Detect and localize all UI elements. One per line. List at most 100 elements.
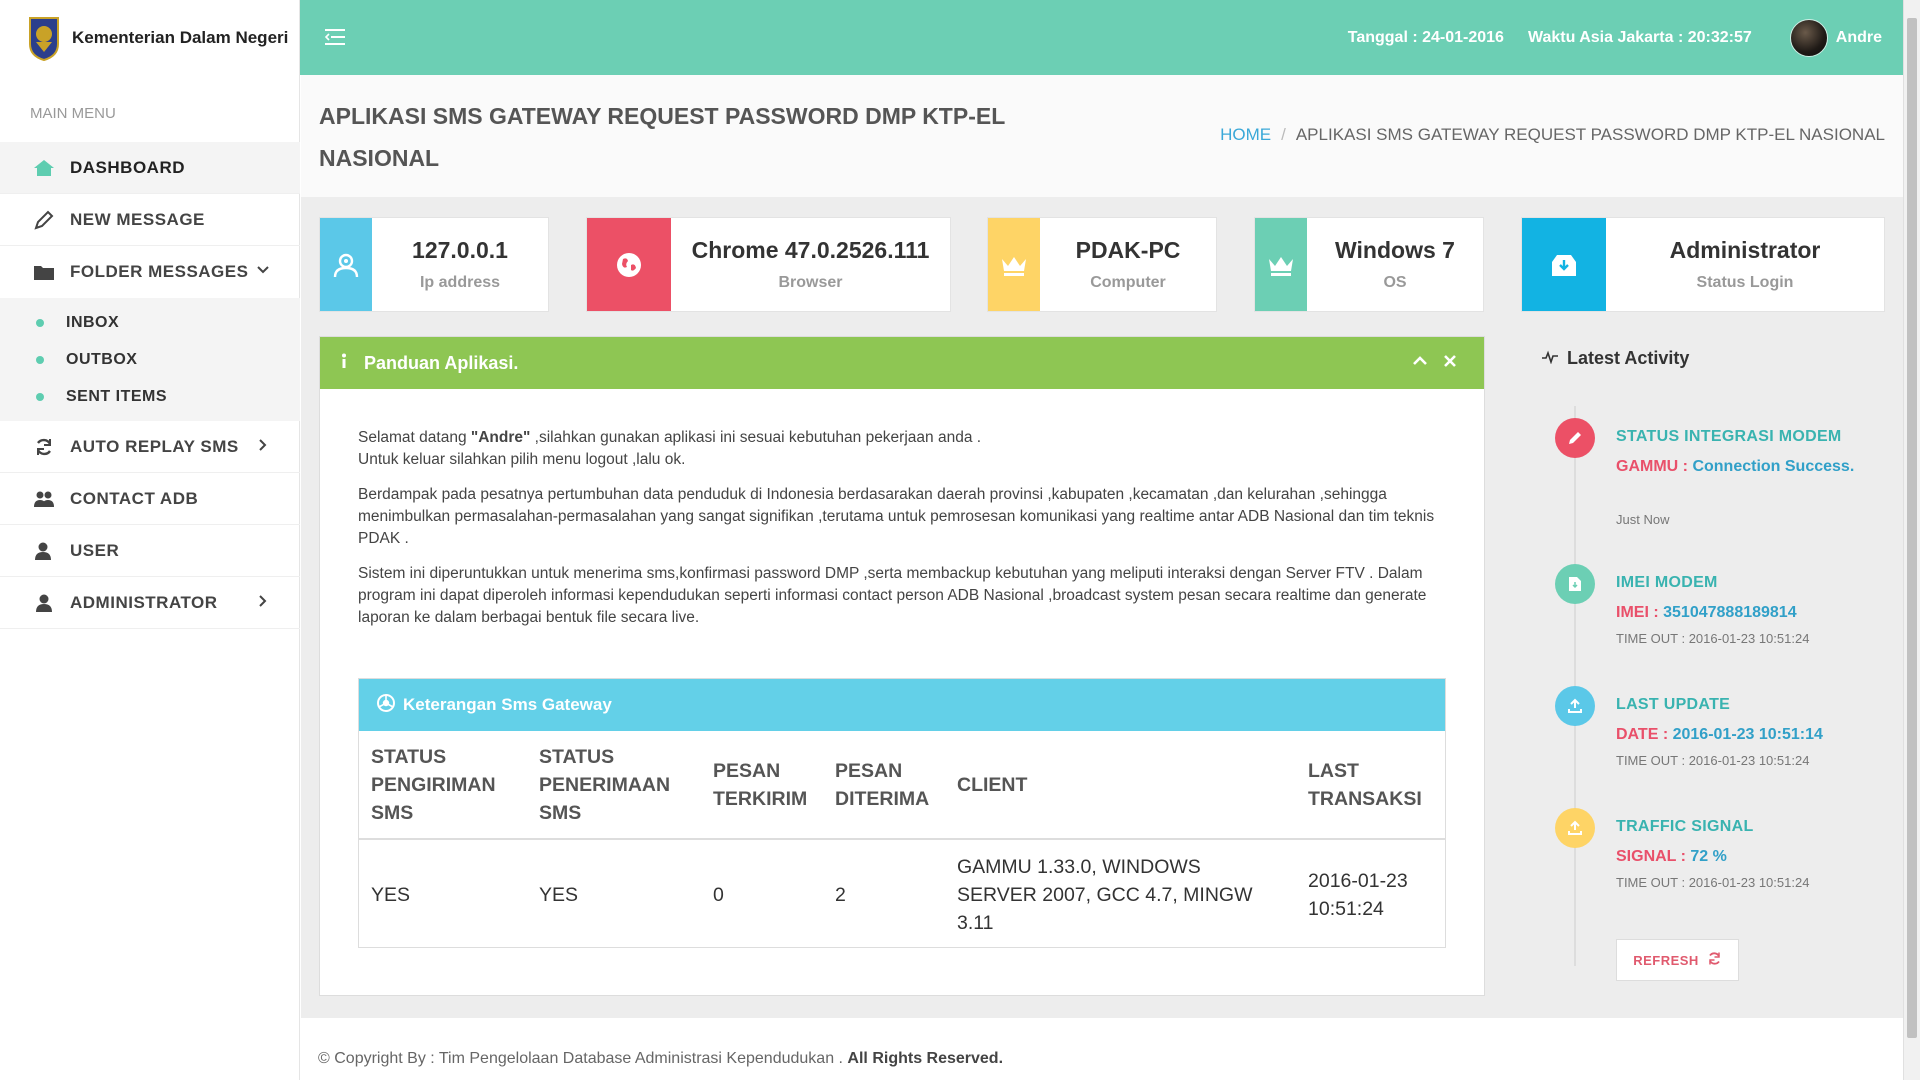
column-header: CLIENT xyxy=(945,731,1296,840)
sms-gateway-title: Keterangan Sms Gateway xyxy=(403,695,612,714)
table-cell: YES xyxy=(371,883,411,906)
menu-toggle-icon[interactable] xyxy=(324,28,346,51)
breadcrumb-separator: / xyxy=(1281,125,1286,144)
user-icon xyxy=(30,591,58,615)
guide-paragraph-system: Sistem ini diperuntukkan untuk menerima … xyxy=(358,565,1427,626)
guide-paragraph-background: Berdampak pada pesatnya pertumbuhan data… xyxy=(358,486,1435,547)
latest-activity-label: Latest Activity xyxy=(1567,348,1690,368)
sidebar-item-user[interactable]: USER xyxy=(0,525,300,577)
activity-value: Connection Success. xyxy=(1692,458,1855,475)
guide-paragraph-welcome: Selamat datang "Andre" ,silahkan gunakan… xyxy=(358,427,1446,471)
activity-detail: GAMMU : Connection Success. xyxy=(1616,456,1856,478)
page-scrollbar[interactable] xyxy=(1903,0,1920,1080)
sidebar-item-label: INBOX xyxy=(66,313,120,331)
table-cell: GAMMU 1.33.0, WINDOWS SERVER 2007, GCC 4… xyxy=(957,855,1253,934)
table-cell: YES xyxy=(539,883,579,906)
sidebar-item-label: ADMINISTRATOR xyxy=(70,592,218,612)
current-date: Tanggal : 24-01-2016 xyxy=(1347,28,1504,46)
topbar: Tanggal : 24-01-2016 Waktu Asia Jakarta … xyxy=(300,0,1903,75)
sidebar-item-folder-messages[interactable]: FOLDER MESSAGES xyxy=(0,246,300,298)
chevron-right-icon xyxy=(256,437,270,457)
guide-panel-title: Panduan Aplikasi. xyxy=(364,352,519,373)
guide-text: Untuk keluar silahkan pilih menu logout … xyxy=(358,451,686,468)
brand[interactable]: Kementerian Dalam Negeri xyxy=(0,0,299,75)
stat-value: 127.0.0.1 xyxy=(412,237,508,263)
refresh-icon xyxy=(1707,951,1722,969)
stat-card-ip: 127.0.0.1 Ip address xyxy=(319,217,549,312)
stat-label: Status Login xyxy=(1696,274,1794,291)
sidebar-item-inbox[interactable]: INBOX xyxy=(0,304,300,341)
sidebar-item-label: USER xyxy=(70,540,120,560)
stat-card-status-login: Administrator Status Login xyxy=(1521,217,1885,312)
footer: © Copyright By : Tim Pengelolaan Databas… xyxy=(318,1050,1003,1068)
sidebar-item-contact-adb[interactable]: CONTACT ADB xyxy=(0,473,300,525)
table-row: YES YES 0 2 GAMMU 1.33.0, WINDOWS SERVER… xyxy=(359,839,1445,949)
pencil-icon xyxy=(1555,418,1595,458)
sidebar: Kementerian Dalam Negeri MAIN MENU DASHB… xyxy=(0,0,300,1080)
refresh-label: REFRESH xyxy=(1633,952,1699,968)
activity-detail: SIGNAL : 72 % xyxy=(1616,846,1856,868)
sidebar-item-label: SENT ITEMS xyxy=(66,387,168,405)
guide-text: Selamat datang xyxy=(358,429,471,446)
guide-user-name: "Andre" xyxy=(470,429,531,446)
collapse-icon[interactable] xyxy=(1412,353,1428,374)
sidebar-item-dashboard[interactable]: DASHBOARD xyxy=(0,142,300,194)
sidebar-item-sent-items[interactable]: SENT ITEMS xyxy=(0,378,300,415)
inbox-download-icon xyxy=(1522,218,1606,311)
crown-icon xyxy=(1255,218,1307,311)
top-info: Tanggal : 24-01-2016 Waktu Asia Jakarta … xyxy=(1348,0,1882,75)
avatar[interactable] xyxy=(1789,18,1828,57)
activity-value: 2016-01-23 10:51:14 xyxy=(1672,726,1823,743)
breadcrumb-current: APLIKASI SMS GATEWAY REQUEST PASSWORD DM… xyxy=(1295,125,1885,144)
stat-card-browser: Chrome 47.0.2526.111 Browser xyxy=(586,217,951,312)
breadcrumb-home-link[interactable]: HOME xyxy=(1220,125,1271,144)
bullet-icon xyxy=(36,392,44,401)
sidebar-item-new-message[interactable]: NEW MESSAGE xyxy=(0,194,300,246)
stat-label: Ip address xyxy=(419,274,501,291)
refresh-icon xyxy=(30,435,58,459)
stat-value: Windows 7 xyxy=(1335,237,1455,263)
stat-card-os: Windows 7 OS xyxy=(1254,217,1484,312)
activity-time: Just Now xyxy=(1616,512,1670,527)
activity-key: SIGNAL : xyxy=(1616,848,1686,865)
current-time: Waktu Asia Jakarta : 20:32:57 xyxy=(1527,28,1752,46)
activity-title: STATUS INTEGRASI MODEM xyxy=(1616,428,1842,445)
chevron-down-icon xyxy=(256,262,270,282)
folder-icon xyxy=(30,260,58,284)
main-content: APLIKASI SMS GATEWAY REQUEST PASSWORD DM… xyxy=(301,75,1903,1018)
guide-panel-header: Panduan Aplikasi. xyxy=(320,337,1484,389)
guide-panel-body: Selamat datang "Andre" ,silahkan gunakan… xyxy=(320,389,1484,629)
column-header: STATUS PENGIRIMAN SMS xyxy=(359,731,527,840)
activity-key: GAMMU : xyxy=(1616,458,1688,475)
activity-time: TIME OUT : 2016-01-23 10:51:24 xyxy=(1616,753,1810,768)
scrollbar-thumb[interactable] xyxy=(1907,18,1917,1038)
sidebar-item-label: OUTBOX xyxy=(66,350,138,368)
column-header: LAST TRANSAKSI xyxy=(1296,731,1445,840)
page-title: APLIKASI SMS GATEWAY REQUEST PASSWORD DM… xyxy=(319,103,1005,171)
sidebar-item-outbox[interactable]: OUTBOX xyxy=(0,341,300,378)
chrome-icon xyxy=(377,693,395,717)
crown-icon xyxy=(988,218,1040,311)
stat-label: OS xyxy=(1383,274,1407,291)
users-icon xyxy=(30,487,58,511)
sidebar-item-auto-replay-sms[interactable]: AUTO REPLAY SMS xyxy=(0,421,300,473)
table-cell: 2016-01-23 10:51:24 xyxy=(1308,869,1408,920)
bullet-icon xyxy=(36,355,44,364)
sms-gateway-panel: Keterangan Sms Gateway STATUS PENGIRIMAN… xyxy=(358,678,1446,948)
folder-submenu: INBOX OUTBOX SENT ITEMS xyxy=(0,298,300,421)
sidebar-item-label: AUTO REPLAY SMS xyxy=(70,436,239,456)
sms-gateway-header: Keterangan Sms Gateway xyxy=(359,679,1445,731)
column-header: STATUS PENERIMAAN SMS xyxy=(527,731,701,840)
guide-panel: Panduan Aplikasi. Selamat datang "Andre"… xyxy=(319,336,1485,996)
activity-title: LAST UPDATE xyxy=(1616,696,1731,713)
stat-value: Administrator xyxy=(1669,237,1821,263)
column-header: PESAN TERKIRIM xyxy=(701,731,823,840)
sidebar-item-administrator[interactable]: ADMINISTRATOR xyxy=(0,577,300,629)
file-icon xyxy=(1555,564,1595,604)
breadcrumb: HOME / APLIKASI SMS GATEWAY REQUEST PASSWO… xyxy=(1220,125,1885,145)
footer-rights: All Rights Reserved. xyxy=(847,1050,1004,1067)
user-name[interactable]: Andre xyxy=(1836,29,1882,47)
close-icon[interactable] xyxy=(1442,353,1458,374)
refresh-button[interactable]: REFRESH xyxy=(1616,939,1739,981)
globe-icon xyxy=(587,218,671,311)
